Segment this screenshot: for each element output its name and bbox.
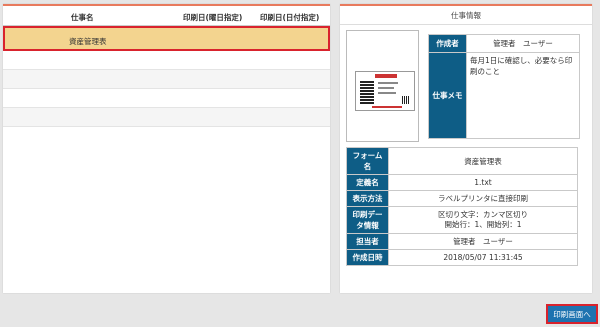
thumb-footer-text <box>372 106 402 108</box>
created-at-label: 作成日時 <box>346 249 389 266</box>
form-name-value: 資産管理表 <box>388 147 578 175</box>
assignee-value: 管理者 ユーザー <box>388 233 578 250</box>
job-list-panel: 仕事名 印刷日(曜日指定) 印刷日(日付指定) 資産管理表 <box>3 4 330 293</box>
creator-value: 管理者 ユーザー <box>466 34 580 53</box>
thumb-text-line <box>378 92 396 94</box>
print-data-value: 区切り文字：カンマ区切り 開始行：1、開始列：1 <box>388 206 578 234</box>
thumb-title-bar <box>375 74 397 78</box>
header-weekday-print: 印刷日(曜日指定) <box>183 13 243 22</box>
thumb-text-line <box>378 82 398 84</box>
job-name-cell: 資産管理表 <box>69 37 107 46</box>
table-row[interactable]: 資産管理表 <box>3 26 330 51</box>
job-table-header: 仕事名 印刷日(曜日指定) 印刷日(日付指定) <box>3 6 330 26</box>
form-name-label: フォーム名 <box>346 147 389 175</box>
created-at-value: 2018/05/07 11:31:45 <box>388 249 578 266</box>
memo-value: 毎月1日に確認し、必要なら印刷のこと <box>466 52 580 139</box>
thumb-text-line <box>378 87 394 89</box>
job-table-body: 資産管理表 <box>3 26 330 127</box>
table-row[interactable] <box>3 108 330 127</box>
table-row[interactable] <box>3 70 330 89</box>
job-detail-table: フォーム名 資産管理表 定義名 1.txt 表示方法 ラベルプリンタに直接印刷 … <box>346 147 578 266</box>
header-date-print: 印刷日(日付指定) <box>260 13 320 22</box>
assignee-label: 担当者 <box>346 233 389 250</box>
panel-title: 仕事情報 <box>451 11 481 20</box>
creator-label: 作成者 <box>428 34 467 53</box>
display-method-value: ラベルプリンタに直接印刷 <box>388 190 578 207</box>
table-row[interactable] <box>3 51 330 70</box>
label-thumbnail-image <box>355 71 415 111</box>
memo-label: 仕事メモ <box>428 52 467 139</box>
header-job-name: 仕事名 <box>71 13 94 22</box>
thumb-barcode <box>360 80 374 104</box>
definition-label: 定義名 <box>346 174 389 191</box>
job-meta-table: 作成者 管理者 ユーザー 仕事メモ 毎月1日に確認し、必要なら印刷のこと <box>428 34 580 139</box>
thumb-qr-code <box>402 96 410 104</box>
title-divider <box>340 24 592 25</box>
print-data-label: 印刷データ情報 <box>346 206 389 234</box>
table-row[interactable] <box>3 89 330 108</box>
definition-value: 1.txt <box>388 174 578 191</box>
display-method-label: 表示方法 <box>346 190 389 207</box>
go-to-print-button[interactable]: 印刷画面へ <box>546 304 598 324</box>
job-info-panel: 仕事情報 作成者 管理者 ユーザー 仕事メモ 毎月1日に確認し、必要なら印刷のこ… <box>340 4 592 293</box>
label-preview <box>346 30 419 142</box>
